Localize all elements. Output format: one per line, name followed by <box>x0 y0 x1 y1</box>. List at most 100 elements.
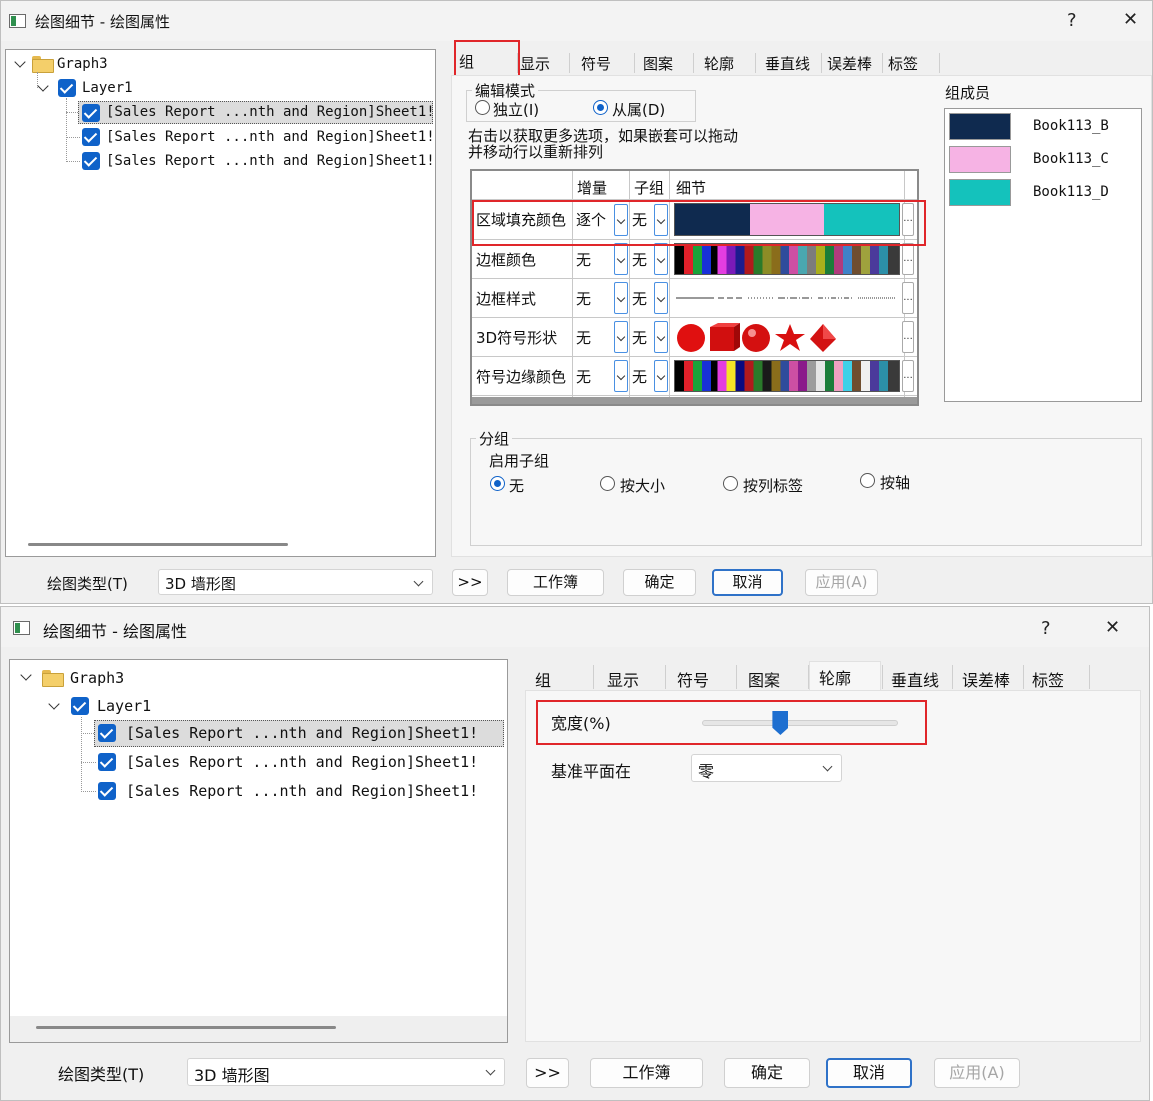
row-border-style-name[interactable]: 边框样式 <box>476 288 536 309</box>
radio-by-size[interactable] <box>600 476 615 491</box>
tab-symbol[interactable]: 符号 <box>677 667 709 691</box>
collapse-icon[interactable] <box>14 56 26 68</box>
tab-pattern[interactable]: 图案 <box>643 53 673 74</box>
tab-drop-lines[interactable]: 垂直线 <box>891 667 939 691</box>
expand-button[interactable]: >> <box>526 1058 569 1088</box>
help-button[interactable]: ? <box>1041 618 1051 639</box>
row-border-style-increment[interactable]: 无 <box>576 288 591 309</box>
tab-label[interactable]: 标签 <box>888 53 918 74</box>
row-3d-shape-name[interactable]: 3D符号形状 <box>476 327 557 348</box>
ok-button[interactable]: 确定 <box>623 569 696 596</box>
cancel-button[interactable]: 取消 <box>826 1058 912 1088</box>
row-border-color-name[interactable]: 边框颜色 <box>476 249 536 270</box>
tree-plot-1[interactable]: [Sales Report ...nth and Region]Sheet1! <box>106 101 435 123</box>
tree-plot-3[interactable]: [Sales Report ...nth and Region]Sheet1! <box>126 780 478 802</box>
tree-plot-3[interactable]: [Sales Report ...nth and Region]Sheet1! <box>106 150 435 172</box>
checkbox-plot-2[interactable] <box>82 128 100 146</box>
dropdown-subgroup-icon[interactable] <box>654 360 668 392</box>
ellipsis-button[interactable]: ... <box>902 282 914 314</box>
tab-display[interactable]: 显示 <box>520 53 550 74</box>
ellipsis-button[interactable]: ... <box>902 321 914 353</box>
tab-pattern[interactable]: 图案 <box>748 667 780 691</box>
dropdown-increment-icon[interactable] <box>614 243 628 275</box>
radio-by-column-label[interactable] <box>723 476 738 491</box>
group-members-list[interactable]: Book113_B Book113_C Book113_D <box>944 108 1142 402</box>
row-edge-color-name[interactable]: 符号边缘颜色 <box>476 366 566 387</box>
checkbox-plot-2[interactable] <box>98 753 116 771</box>
workbook-button[interactable]: 工作簿 <box>590 1058 703 1088</box>
dropdown-increment-icon[interactable] <box>614 282 628 314</box>
border-color-list[interactable] <box>674 243 900 275</box>
plot-type-combo[interactable]: 3D 墙形图 <box>187 1058 505 1086</box>
plot-type-combo[interactable]: 3D 墙形图 <box>158 569 433 595</box>
3d-shape-list[interactable] <box>674 321 844 355</box>
radio-subgroup-none[interactable] <box>490 476 505 491</box>
collapse-icon[interactable] <box>48 698 60 710</box>
row-border-color-subgroup[interactable]: 无 <box>632 249 647 270</box>
radio-dependent-label[interactable]: 从属(D) <box>612 99 665 120</box>
baseline-combo[interactable]: 零 <box>691 754 842 782</box>
apply-button[interactable]: 应用(A) <box>805 569 878 596</box>
tab-symbol[interactable]: 符号 <box>581 53 611 74</box>
radio-by-axis-label[interactable]: 按轴 <box>880 472 910 493</box>
tree-plot-2[interactable]: [Sales Report ...nth and Region]Sheet1! <box>106 126 435 148</box>
checkbox-layer[interactable] <box>58 79 76 97</box>
help-button[interactable]: ? <box>1067 10 1077 31</box>
radio-by-size-label[interactable]: 按大小 <box>620 475 665 496</box>
collapse-icon[interactable] <box>20 669 32 681</box>
dropdown-subgroup-icon[interactable] <box>654 321 668 353</box>
ellipsis-button[interactable]: ... <box>902 243 914 275</box>
tab-drop-lines[interactable]: 垂直线 <box>765 53 810 74</box>
tree-root-graph[interactable]: Graph3 <box>57 53 108 75</box>
tree-plot-1[interactable]: [Sales Report ...nth and Region]Sheet1! <box>126 722 478 744</box>
cancel-button[interactable]: 取消 <box>712 569 783 596</box>
row-3d-shape-increment[interactable]: 无 <box>576 327 591 348</box>
expand-button[interactable]: >> <box>452 569 488 596</box>
tree-layer[interactable]: Layer1 <box>82 77 133 99</box>
row-3d-shape-subgroup[interactable]: 无 <box>632 327 647 348</box>
workbook-button[interactable]: 工作簿 <box>507 569 604 596</box>
plot-tree[interactable]: Graph3 Layer1 [Sales Report ...nth and R… <box>9 659 508 1043</box>
radio-independent-label[interactable]: 独立(I) <box>493 99 539 120</box>
plot-tree[interactable]: Graph3 Layer1 [Sales Report ...nth and R… <box>5 49 436 557</box>
tab-label[interactable]: 标签 <box>1032 667 1064 691</box>
checkbox-plot-3[interactable] <box>82 152 100 170</box>
border-style-list[interactable] <box>674 282 900 314</box>
tab-error-bar[interactable]: 误差棒 <box>962 667 1010 691</box>
member-book113-c[interactable]: Book113_C <box>1033 151 1109 167</box>
checkbox-plot-1[interactable] <box>98 724 116 742</box>
tab-error-bar[interactable]: 误差棒 <box>827 53 872 74</box>
horizontal-scrollbar[interactable] <box>36 1026 336 1029</box>
close-icon[interactable]: ✕ <box>1105 617 1120 638</box>
row-edge-color-increment[interactable]: 无 <box>576 366 591 387</box>
dropdown-subgroup-icon[interactable] <box>654 282 668 314</box>
checkbox-plot-3[interactable] <box>98 782 116 800</box>
tab-group[interactable]: 组 <box>535 667 551 691</box>
tree-root-graph[interactable]: Graph3 <box>70 667 124 689</box>
tab-outline[interactable]: 轮廓 <box>819 665 851 689</box>
checkbox-plot-1[interactable] <box>82 104 100 122</box>
dropdown-increment-icon[interactable] <box>614 360 628 392</box>
checkbox-layer[interactable] <box>71 697 89 715</box>
row-border-style-subgroup[interactable]: 无 <box>632 288 647 309</box>
dropdown-increment-icon[interactable] <box>614 321 628 353</box>
close-icon[interactable]: ✕ <box>1123 9 1138 30</box>
horizontal-scrollbar[interactable] <box>28 543 288 546</box>
tree-plot-2[interactable]: [Sales Report ...nth and Region]Sheet1! <box>126 751 478 773</box>
radio-by-column-label-text[interactable]: 按列标签 <box>743 475 803 496</box>
tab-outline[interactable]: 轮廓 <box>704 53 734 74</box>
ellipsis-button[interactable]: ... <box>902 360 914 392</box>
ok-button[interactable]: 确定 <box>724 1058 810 1088</box>
radio-independent[interactable] <box>475 100 490 115</box>
collapse-icon[interactable] <box>37 80 49 92</box>
radio-dependent[interactable] <box>593 100 608 115</box>
radio-subgroup-none-label[interactable]: 无 <box>509 475 524 496</box>
apply-button[interactable]: 应用(A) <box>934 1058 1020 1088</box>
member-book113-d[interactable]: Book113_D <box>1033 184 1109 200</box>
dropdown-subgroup-icon[interactable] <box>654 243 668 275</box>
member-book113-b[interactable]: Book113_B <box>1033 118 1109 134</box>
tab-display[interactable]: 显示 <box>607 667 639 691</box>
tree-layer[interactable]: Layer1 <box>97 695 151 717</box>
row-border-color-increment[interactable]: 无 <box>576 249 591 270</box>
row-edge-color-subgroup[interactable]: 无 <box>632 366 647 387</box>
